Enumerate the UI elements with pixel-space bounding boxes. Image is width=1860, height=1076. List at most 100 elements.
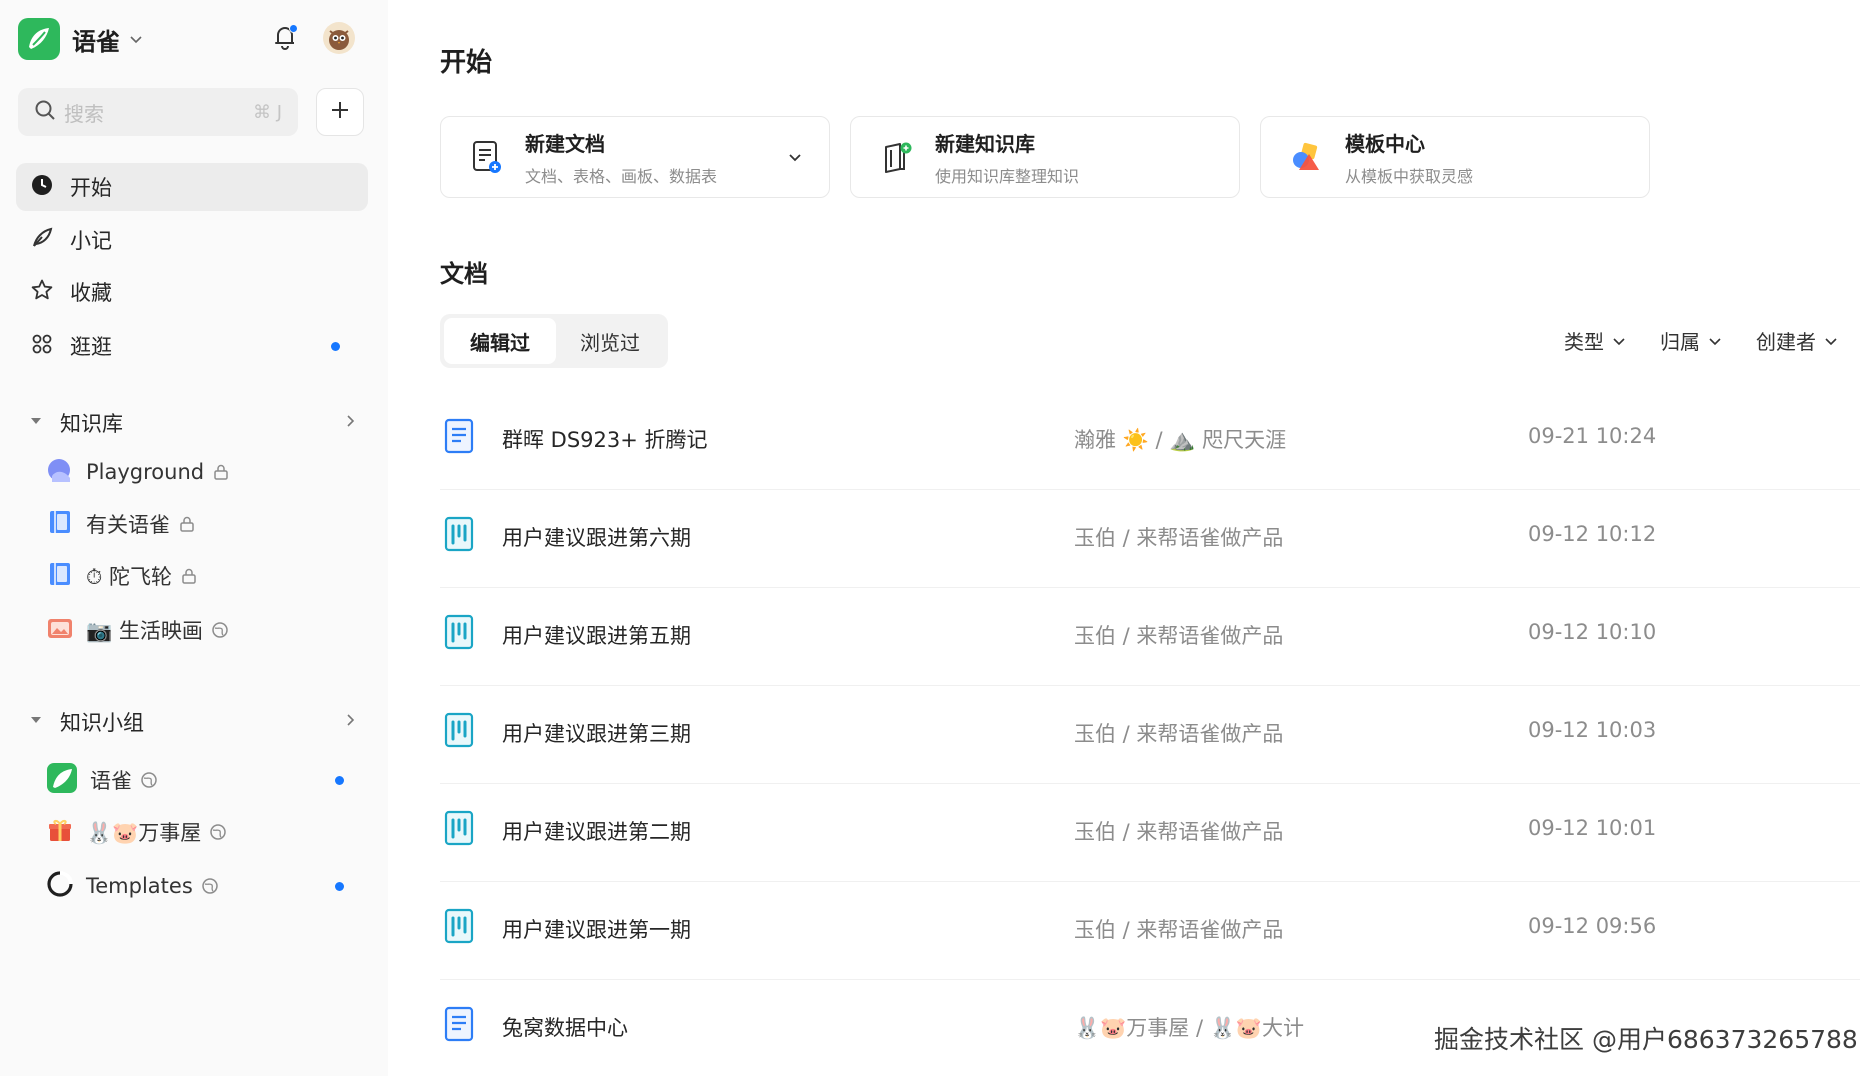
doc-time: 09-12 10:01 bbox=[1528, 816, 1657, 840]
group-label: 🐰🐷万事屋 bbox=[86, 821, 202, 845]
notification-dot bbox=[289, 24, 298, 33]
library-item[interactable]: 有关语雀 bbox=[46, 504, 362, 544]
card-title: 新建文档 bbox=[525, 131, 605, 156]
new-doc-icon bbox=[467, 137, 507, 177]
public-icon bbox=[209, 823, 227, 841]
caret-down-icon bbox=[28, 413, 44, 433]
doc-title: 用户建议跟进第一期 bbox=[502, 918, 691, 942]
doc-title: 用户建议跟进第二期 bbox=[502, 820, 691, 844]
new-doc-card[interactable]: 新建文档 文档、表格、画板、数据表 bbox=[440, 116, 830, 198]
board-icon bbox=[444, 810, 474, 846]
chevron-down-icon bbox=[128, 31, 144, 47]
group-item[interactable]: Templates bbox=[46, 866, 362, 906]
doc-owner[interactable]: 玉伯 / 来帮语雀做产品 bbox=[1074, 620, 1283, 650]
card-subtitle: 文档、表格、画板、数据表 bbox=[525, 166, 718, 186]
star-icon bbox=[30, 278, 54, 306]
nav-item-favorites[interactable]: 收藏 bbox=[16, 268, 368, 316]
doc-owner[interactable]: 瀚雅 ☀️ / ⛰️ 咫尺天涯 bbox=[1074, 424, 1286, 454]
templates-group-icon bbox=[46, 870, 74, 902]
card-subtitle: 从模板中获取灵感 bbox=[1345, 166, 1474, 186]
public-icon bbox=[211, 621, 229, 639]
app-switcher[interactable]: 语雀 bbox=[18, 18, 144, 60]
public-icon bbox=[140, 771, 158, 789]
library-item[interactable]: Playground bbox=[46, 452, 362, 492]
gift-icon bbox=[46, 816, 74, 848]
filter-label: 创建者 bbox=[1756, 330, 1816, 354]
chevron-right-icon[interactable] bbox=[342, 712, 358, 732]
library-label: Playground bbox=[86, 460, 205, 484]
card-title: 模板中心 bbox=[1345, 131, 1425, 156]
yuque-group-icon bbox=[46, 762, 78, 798]
section-groups[interactable]: 知识小组 bbox=[28, 702, 358, 742]
table-row[interactable]: 用户建议跟进第二期 玉伯 / 来帮语雀做产品 09-12 10:01 bbox=[440, 784, 1860, 882]
search-shortcut: ⌘ J bbox=[252, 101, 282, 123]
table-row[interactable]: 用户建议跟进第三期 玉伯 / 来帮语雀做产品 09-12 10:03 bbox=[440, 686, 1860, 784]
nav-label: 逛逛 bbox=[70, 335, 112, 359]
nav-label: 开始 bbox=[70, 176, 112, 200]
unread-dot bbox=[331, 342, 340, 351]
filter-owner[interactable]: 归属 bbox=[1660, 326, 1722, 355]
doc-title: 用户建议跟进第五期 bbox=[502, 624, 691, 648]
section-libraries[interactable]: 知识库 bbox=[28, 403, 358, 443]
new-library-card[interactable]: 新建知识库 使用知识库整理知识 bbox=[850, 116, 1240, 198]
lock-icon bbox=[180, 567, 198, 585]
library-label: 📷 生活映画 bbox=[86, 619, 203, 643]
lock-icon bbox=[212, 463, 230, 481]
tab-viewed[interactable]: 浏览过 bbox=[556, 318, 664, 364]
docs-tabs: 编辑过 浏览过 bbox=[440, 314, 668, 368]
add-button[interactable] bbox=[316, 88, 364, 136]
table-row[interactable]: 用户建议跟进第六期 玉伯 / 来帮语雀做产品 09-12 10:12 bbox=[440, 490, 1860, 588]
tab-edited[interactable]: 编辑过 bbox=[444, 318, 556, 364]
doc-time: 09-21 10:24 bbox=[1528, 424, 1657, 448]
nav-label: 小记 bbox=[70, 229, 112, 253]
doc-owner[interactable]: 玉伯 / 来帮语雀做产品 bbox=[1074, 816, 1283, 846]
chevron-down-icon[interactable] bbox=[787, 149, 803, 169]
group-item[interactable]: 🐰🐷万事屋 bbox=[46, 812, 362, 852]
feather-icon bbox=[30, 226, 54, 254]
search-input[interactable]: 搜索 ⌘ J bbox=[18, 88, 298, 136]
chevron-down-icon bbox=[1709, 337, 1721, 345]
chevron-down-icon bbox=[1825, 337, 1837, 345]
board-icon bbox=[444, 712, 474, 748]
notification-bell-icon[interactable] bbox=[270, 22, 300, 52]
doc-time: 09-12 10:12 bbox=[1528, 522, 1657, 546]
unread-dot bbox=[335, 882, 344, 891]
user-avatar[interactable] bbox=[323, 22, 355, 54]
book-icon bbox=[46, 508, 74, 540]
nav-item-start[interactable]: 开始 bbox=[16, 163, 368, 211]
chevron-right-icon[interactable] bbox=[342, 413, 358, 433]
doc-time: 09-12 10:10 bbox=[1528, 620, 1657, 644]
section-label: 知识小组 bbox=[60, 711, 144, 735]
doc-owner[interactable]: 🐰🐷万事屋 / 🐰🐷大计 bbox=[1074, 1012, 1304, 1042]
chevron-down-icon bbox=[1613, 337, 1625, 345]
docs-section-title: 文档 bbox=[440, 260, 488, 288]
library-item[interactable]: ⏱ 陀飞轮 bbox=[46, 556, 362, 596]
library-label: ⏱ 陀飞轮 bbox=[86, 565, 173, 589]
plus-icon bbox=[329, 99, 351, 125]
table-row[interactable]: 用户建议跟进第五期 玉伯 / 来帮语雀做产品 09-12 10:10 bbox=[440, 588, 1860, 686]
nav-label: 收藏 bbox=[70, 281, 112, 305]
doc-title: 兔窝数据中心 bbox=[502, 1016, 628, 1040]
yuque-logo-icon bbox=[18, 18, 60, 60]
nav-item-notes[interactable]: 小记 bbox=[16, 216, 368, 264]
doc-owner[interactable]: 玉伯 / 来帮语雀做产品 bbox=[1074, 522, 1283, 552]
filter-type[interactable]: 类型 bbox=[1564, 326, 1626, 355]
template-center-card[interactable]: 模板中心 从模板中获取灵感 bbox=[1260, 116, 1650, 198]
template-icon bbox=[1287, 137, 1327, 177]
playground-book-icon bbox=[46, 456, 74, 488]
filter-creator[interactable]: 创建者 bbox=[1756, 326, 1838, 355]
library-item[interactable]: 📷 生活映画 bbox=[46, 610, 362, 650]
nav-item-explore[interactable]: 逛逛 bbox=[16, 322, 368, 370]
new-library-icon bbox=[877, 137, 917, 177]
card-subtitle: 使用知识库整理知识 bbox=[935, 166, 1080, 186]
search-icon bbox=[34, 99, 56, 125]
doc-owner[interactable]: 玉伯 / 来帮语雀做产品 bbox=[1074, 914, 1283, 944]
table-row[interactable]: 用户建议跟进第一期 玉伯 / 来帮语雀做产品 09-12 09:56 bbox=[440, 882, 1860, 980]
library-label: 有关语雀 bbox=[86, 513, 170, 537]
lock-icon bbox=[178, 515, 196, 533]
doc-owner[interactable]: 玉伯 / 来帮语雀做产品 bbox=[1074, 718, 1283, 748]
search-placeholder: 搜索 bbox=[64, 101, 104, 126]
board-icon bbox=[444, 908, 474, 944]
table-row[interactable]: 群晖 DS923+ 折腾记 瀚雅 ☀️ / ⛰️ 咫尺天涯 09-21 10:2… bbox=[440, 392, 1860, 490]
group-item[interactable]: 语雀 bbox=[46, 760, 362, 800]
